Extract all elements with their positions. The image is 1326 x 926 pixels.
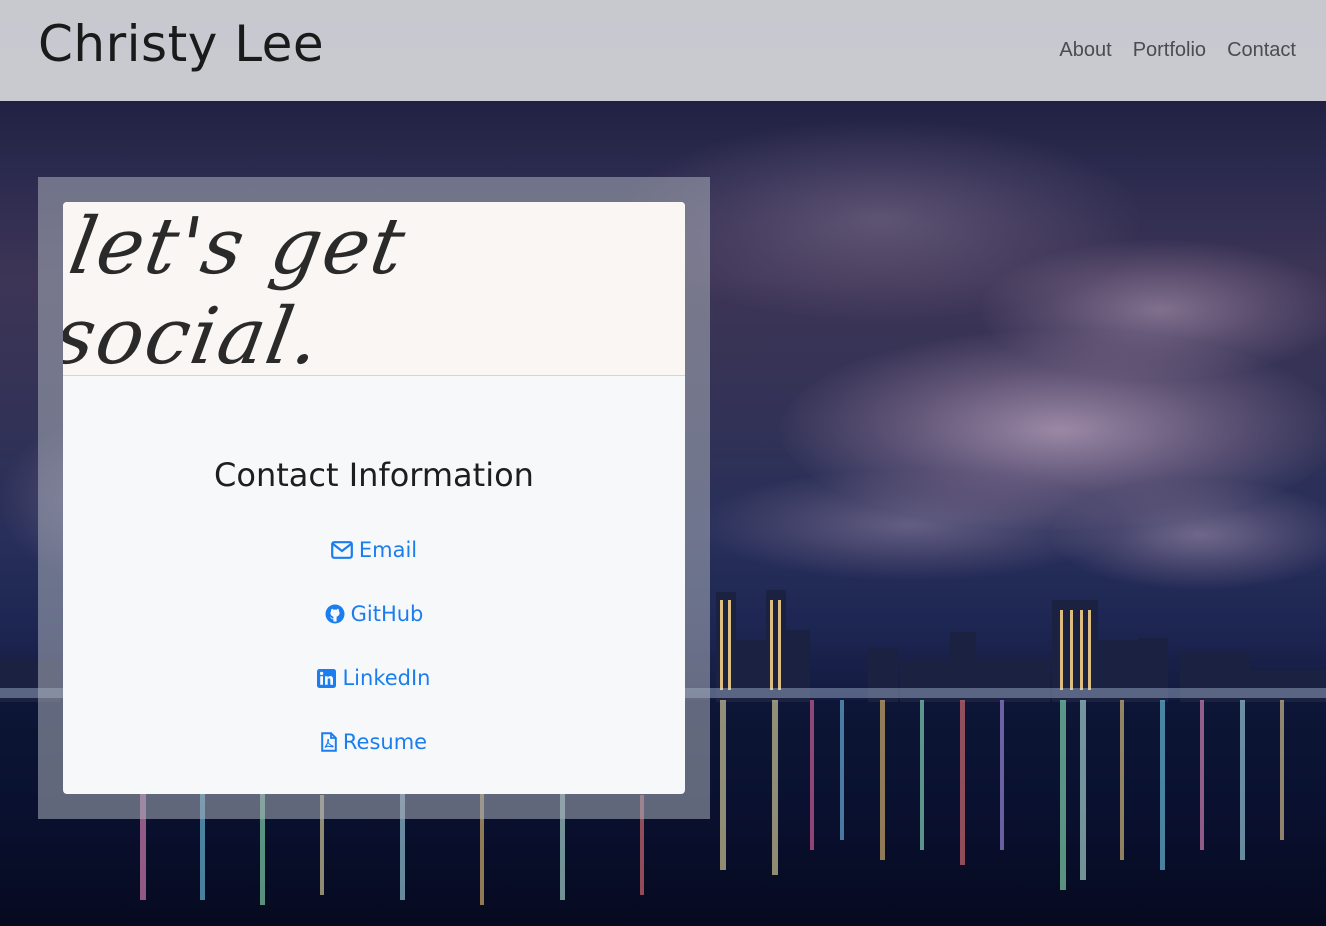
card-body: Contact Information Email GitHub LinkedI… [63,376,685,756]
email-link-label: Email [358,538,418,562]
contact-information-title: Contact Information [214,456,534,494]
contact-links: Email GitHub LinkedIn Resume [63,536,685,756]
linkedin-link-label: LinkedIn [342,666,431,690]
banner-script-text: let's get social. [63,202,414,382]
linkedin-link[interactable]: LinkedIn [317,664,431,692]
contact-card: let's get social. Contact Information Em… [63,202,685,794]
github-link-label: GitHub [350,602,424,626]
resume-link[interactable]: Resume [321,728,427,756]
pdf-file-icon [321,732,337,752]
contact-panel: let's get social. Contact Information Em… [38,177,710,819]
linkedin-icon [317,668,337,688]
main-nav: About Portfolio Contact [1059,39,1296,62]
navbar: Christy Lee About Portfolio Contact [0,0,1326,101]
nav-link-contact[interactable]: Contact [1227,39,1296,62]
nav-link-portfolio[interactable]: Portfolio [1133,39,1206,62]
github-link[interactable]: GitHub [325,600,424,628]
github-icon [325,604,345,624]
nav-link-about[interactable]: About [1059,39,1111,62]
envelope-icon [330,541,353,559]
brand-logo-text[interactable]: Christy Lee [38,15,324,73]
resume-link-label: Resume [342,730,428,754]
lets-get-social-banner-image: let's get social. [63,202,685,382]
email-link[interactable]: Email [330,536,418,564]
